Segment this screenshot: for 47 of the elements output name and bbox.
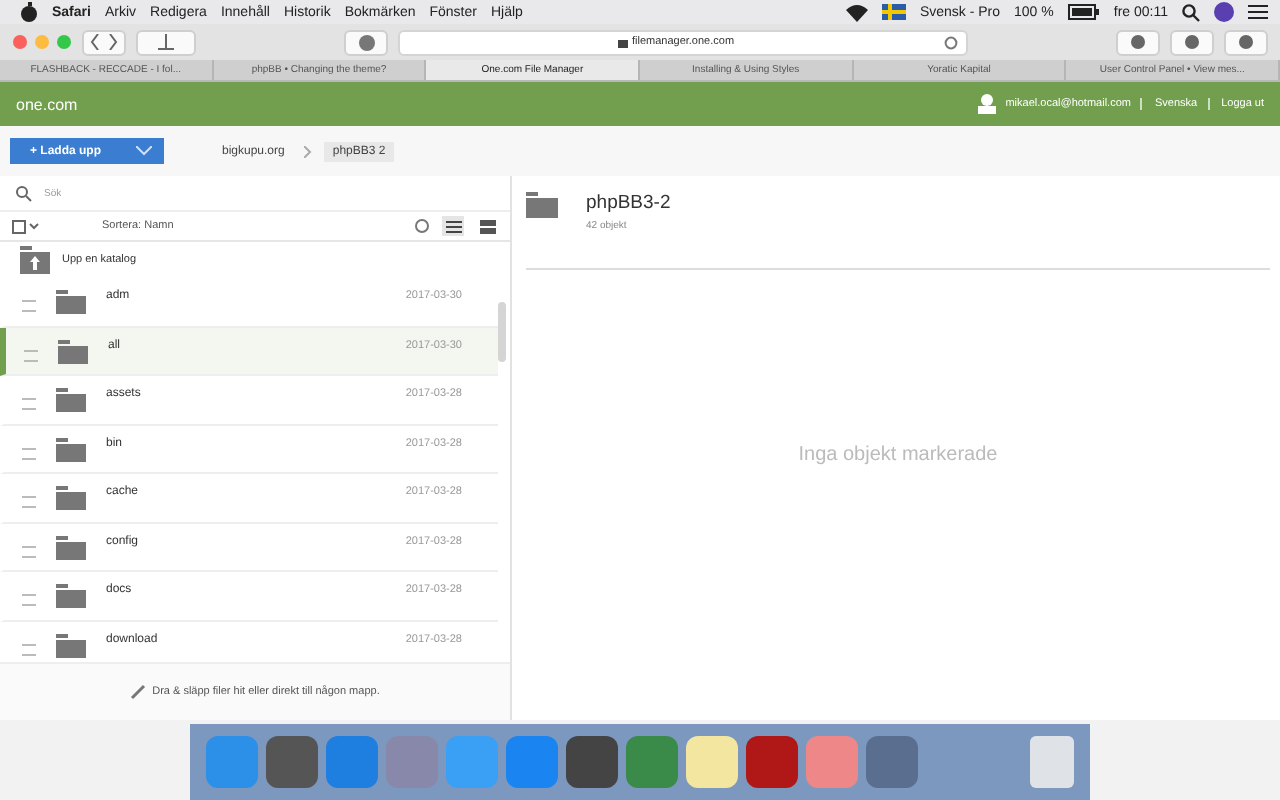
chevron-icon (304, 145, 313, 157)
drag-handle-icon (22, 300, 36, 312)
folder-icon (58, 339, 88, 363)
drag-handle-icon (22, 594, 36, 606)
privacy-button[interactable] (344, 29, 388, 55)
lock-icon (617, 36, 628, 48)
window-controls-icon (12, 34, 72, 50)
drag-handle-icon (22, 643, 36, 655)
folder-up-icon (20, 246, 50, 274)
user-icon (977, 94, 996, 114)
search-icon (16, 185, 32, 201)
reload-icon (944, 35, 958, 49)
drag-handle-icon (22, 545, 36, 557)
folder-icon (526, 192, 558, 218)
folder-icon (56, 437, 86, 461)
drag-handle-icon (24, 349, 38, 361)
folder-icon (56, 633, 86, 657)
scrollbar[interactable] (498, 302, 506, 362)
rows-icon (479, 219, 495, 233)
forward-icon (108, 34, 118, 50)
battery-icon (1067, 4, 1100, 20)
flag-icon (881, 4, 906, 20)
folder-icon (56, 388, 86, 412)
folder-icon (56, 535, 86, 559)
refresh-icon (414, 218, 430, 234)
caret-icon (136, 146, 152, 156)
download-button[interactable] (1116, 29, 1160, 55)
folder-icon (56, 584, 86, 608)
drag-handle-icon (22, 398, 36, 410)
back-icon (90, 34, 100, 50)
folder-icon (56, 486, 86, 510)
list-icon (445, 219, 461, 233)
drag-handle-icon (22, 447, 36, 459)
search-icon (1182, 3, 1200, 21)
back-forward-button[interactable] (82, 29, 126, 55)
compact-view-button[interactable] (476, 216, 498, 236)
wifi-icon (845, 3, 868, 21)
drag-handle-icon (22, 496, 36, 508)
menu-icon (1248, 4, 1268, 20)
tabs-button[interactable] (1224, 29, 1268, 55)
sidebar-button[interactable] (136, 29, 196, 55)
empty-message: Inga objekt markerade (798, 444, 998, 466)
folder-icon (56, 290, 86, 314)
list-view-button[interactable] (442, 216, 464, 236)
folder-title: phpBB3-2 (586, 192, 671, 214)
share-button[interactable] (1170, 29, 1214, 55)
select-all-icon (12, 219, 40, 233)
